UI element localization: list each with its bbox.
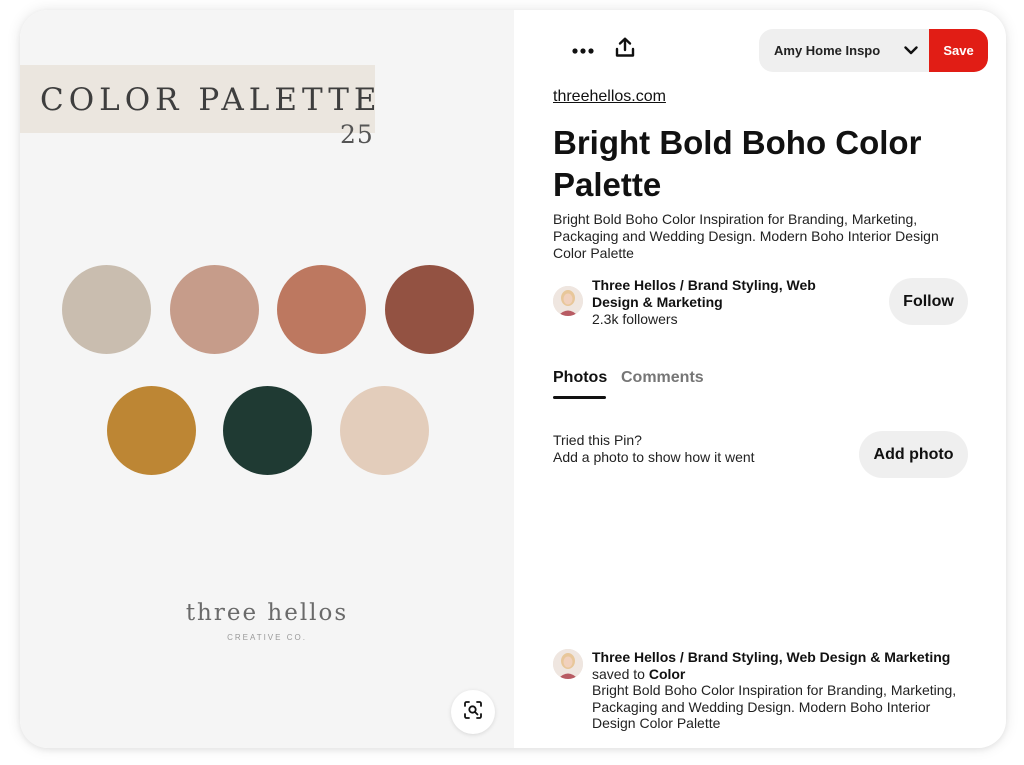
pin-title: Bright Bold Boho Color Palette bbox=[553, 124, 922, 203]
saver-name[interactable]: Three Hellos / Brand Styling, Web Design… bbox=[592, 649, 972, 666]
active-tab-indicator bbox=[553, 396, 606, 399]
board-selector[interactable]: Amy Home Inspo bbox=[759, 29, 931, 72]
add-photo-button[interactable]: Add photo bbox=[859, 431, 968, 478]
palette-title: COLOR PALETTE bbox=[40, 82, 382, 118]
brand-tagline: CREATIVE CO. bbox=[227, 633, 307, 642]
more-options-button[interactable] bbox=[566, 33, 600, 67]
tried-pin-subtitle: Add a photo to show how it went bbox=[553, 449, 755, 465]
saved-activity: Three Hellos / Brand Styling, Web Design… bbox=[592, 649, 972, 732]
color-swatch bbox=[107, 386, 196, 475]
tab-comments[interactable]: Comments bbox=[621, 369, 704, 387]
tab-photos[interactable]: Photos bbox=[553, 369, 607, 387]
share-icon bbox=[615, 37, 635, 63]
save-button[interactable]: Save bbox=[929, 29, 988, 72]
color-swatch bbox=[170, 265, 259, 354]
saved-description: Bright Bold Boho Color Inspiration for B… bbox=[592, 682, 957, 731]
board-name: Amy Home Inspo bbox=[774, 43, 881, 58]
saved-to-prefix: saved to bbox=[592, 665, 645, 682]
pin-details: Amy Home Inspo Save threehellos.com Brig… bbox=[514, 10, 1006, 748]
brand-wordmark: three hellos bbox=[185, 600, 349, 626]
chevron-down-icon bbox=[891, 46, 931, 55]
pin-description: Bright Bold Boho Color Inspiration for B… bbox=[553, 211, 939, 261]
color-swatch bbox=[340, 386, 429, 475]
color-swatch bbox=[223, 386, 312, 475]
more-icon bbox=[572, 41, 594, 59]
color-swatch bbox=[277, 265, 366, 354]
pin-closeup-card: COLOR PALETTE 25 three hellos CREATIVE C… bbox=[20, 10, 1006, 748]
saver-avatar[interactable] bbox=[553, 649, 583, 679]
saved-to-line: saved to Color bbox=[592, 666, 972, 683]
share-button[interactable] bbox=[608, 33, 642, 67]
follower-count: 2.3k followers bbox=[592, 311, 678, 327]
saved-board-link[interactable]: Color bbox=[649, 666, 686, 682]
color-swatch bbox=[62, 265, 151, 354]
creator-avatar[interactable] bbox=[553, 286, 583, 316]
follow-button[interactable]: Follow bbox=[889, 278, 968, 325]
palette-number: 25 bbox=[340, 120, 374, 149]
pin-image[interactable]: COLOR PALETTE 25 three hellos CREATIVE C… bbox=[20, 10, 514, 748]
creator-name[interactable]: Three Hellos / Brand Styling, Web Design… bbox=[592, 277, 842, 311]
tried-pin-title: Tried this Pin? bbox=[553, 432, 642, 448]
source-link[interactable]: threehellos.com bbox=[553, 88, 666, 106]
visual-search-button[interactable] bbox=[451, 690, 495, 734]
color-swatch bbox=[385, 265, 474, 354]
lens-icon bbox=[463, 700, 483, 725]
